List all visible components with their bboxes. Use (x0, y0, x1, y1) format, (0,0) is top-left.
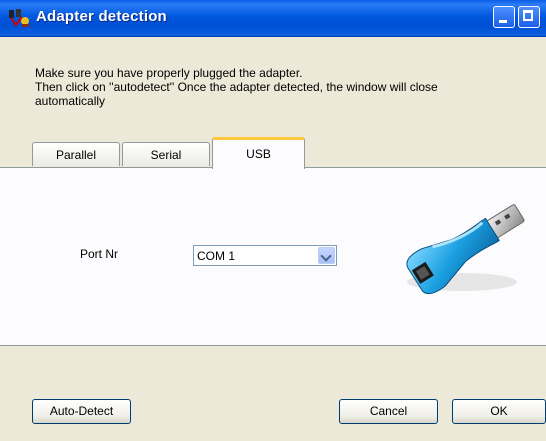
title-bar[interactable]: Adapter detection (0, 0, 546, 37)
port-select-value: COM 1 (197, 249, 236, 263)
minimize-button[interactable] (493, 6, 515, 28)
cancel-button[interactable]: Cancel (339, 399, 438, 424)
maximize-button[interactable] (518, 6, 540, 28)
instruction-line-1: Make sure you have properly plugged the … (35, 66, 303, 80)
ok-button[interactable]: OK (452, 399, 546, 424)
port-select[interactable]: COM 1 (193, 245, 337, 266)
instruction-line-2: Then click on ''autodetect'' Once the ad… (35, 80, 438, 94)
tab-parallel[interactable]: Parallel (32, 142, 120, 166)
tab-usb[interactable]: USB (212, 137, 305, 169)
auto-detect-button[interactable]: Auto-Detect (32, 399, 131, 424)
chevron-down-icon[interactable] (318, 247, 335, 264)
window-title: Adapter detection (36, 8, 167, 25)
usb-adapter-image (406, 204, 525, 295)
port-nr-label: Port Nr (80, 247, 119, 261)
instructions-text: Make sure you have properly plugged the … (35, 66, 545, 108)
instruction-line-3: automatically (35, 94, 106, 108)
adapter-plug-icon (9, 9, 29, 27)
tab-serial[interactable]: Serial (122, 142, 210, 166)
